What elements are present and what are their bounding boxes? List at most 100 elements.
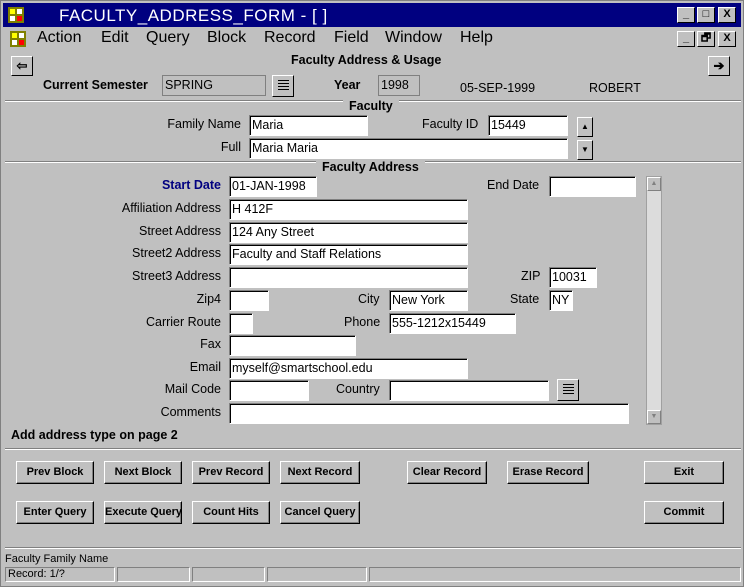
menu-record[interactable]: Record [264,29,316,47]
street3-address-field[interactable] [229,267,468,288]
status-hint: Faculty Family Name [5,553,109,565]
fax-label: Fax [200,337,221,351]
state-field[interactable]: NY [549,290,573,311]
status-bar: Faculty Family Name Record: 1/? [5,552,741,584]
start-date-label: Start Date [161,178,221,192]
street-address-label: Street Address [139,224,221,238]
status-cell [369,567,741,582]
fax-field[interactable] [229,335,356,356]
menu-query[interactable]: Query [146,29,190,47]
country-list-button[interactable] [557,379,579,401]
city-field[interactable]: New York [389,290,468,311]
faculty-id-label: Faculty ID [422,117,479,131]
current-date: 05-SEP-1999 [460,81,536,95]
family-name-field[interactable]: Maria [249,115,368,136]
form-window: FACULTY_ADDRESS_FORM - [ ] _ □ X Action … [0,0,744,587]
menu-help[interactable]: Help [460,29,493,47]
end-date-field[interactable] [549,176,636,197]
state-label: State [510,292,540,306]
address-section-title: Faculty Address [316,160,425,174]
next-record-button[interactable]: Next Record [280,461,360,484]
email-field[interactable]: myself@smartschool.edu [229,358,468,379]
street2-address-label: Street2 Address [132,246,221,260]
list-icon [278,80,289,92]
semester-list-button[interactable] [272,75,294,97]
form-title: Faculty Address & Usage [291,53,442,67]
status-cell-record [5,567,115,582]
document-minimize-button[interactable]: _ [677,31,695,47]
street2-address-field[interactable]: Faculty and Staff Relations [229,244,468,265]
zip4-field[interactable] [229,290,269,311]
current-user: ROBERT [589,81,641,95]
street-address-field[interactable]: 124 Any Street [229,222,468,243]
forward-arrow-icon[interactable]: ➔ [708,56,730,76]
carrier-route-field[interactable] [229,313,253,334]
phone-field[interactable]: 555-1212x15449 [389,313,516,334]
close-button[interactable]: X [718,7,736,23]
scroll-down-arrow-icon[interactable]: ▼ [647,410,661,424]
menu-bar: Action Edit Query Block Record Field Win… [3,28,741,50]
city-label: City [358,292,380,306]
end-date-label: End Date [487,178,540,192]
next-block-button[interactable]: Next Block [104,461,182,484]
menu-edit[interactable]: Edit [101,29,129,47]
prev-block-button[interactable]: Prev Block [16,461,94,484]
buttons-divider [5,448,741,450]
title-bar[interactable]: FACULTY_ADDRESS_FORM - [ ] _ □ X [3,3,741,27]
comments-label: Comments [160,405,221,419]
menu-action[interactable]: Action [37,29,81,47]
enter-query-button[interactable]: Enter Query [16,501,94,524]
start-date-field[interactable]: 01-JAN-1998 [229,176,317,197]
street3-address-label: Street3 Address [132,269,221,283]
scroll-up-icon[interactable]: ▲ [577,117,593,137]
scroll-down-icon[interactable]: ▼ [577,140,593,160]
zip4-label: Zip4 [196,292,221,306]
commit-button[interactable]: Commit [644,501,724,524]
clear-record-button[interactable]: Clear Record [407,461,487,484]
faculty-id-field[interactable]: 15449 [488,115,568,136]
back-arrow-icon[interactable]: ⇦ [11,56,33,76]
status-cell [192,567,265,582]
current-semester-field[interactable]: SPRING [162,75,266,96]
erase-record-button[interactable]: Erase Record [507,461,589,484]
zip-field[interactable]: 10031 [549,267,597,288]
prev-record-button[interactable]: Prev Record [192,461,270,484]
status-cell [267,567,367,582]
count-hits-button[interactable]: Count Hits [192,501,270,524]
minimize-button[interactable]: _ [677,7,695,23]
full-name-field[interactable]: Maria Maria [249,138,568,159]
menu-block[interactable]: Block [207,29,246,47]
status-cell [117,567,190,582]
window-title: FACULTY_ADDRESS_FORM - [ ] [59,6,328,25]
address-scrollbar[interactable]: ▲ ▼ [646,176,662,425]
address-type-hint: Add address type on page 2 [11,428,178,442]
mail-code-label: Mail Code [164,382,221,396]
comments-field[interactable] [229,403,629,424]
affiliation-address-label: Affiliation Address [121,201,221,215]
current-semester-label: Current Semester [43,78,148,92]
family-name-label: Family Name [167,117,241,131]
year-field[interactable]: 1998 [378,75,420,96]
carrier-route-label: Carrier Route [145,315,221,329]
scroll-up-arrow-icon[interactable]: ▲ [647,177,661,191]
document-restore-button[interactable]: 🗗 [697,31,715,47]
exit-button[interactable]: Exit [644,461,724,484]
menu-window[interactable]: Window [385,29,442,47]
document-close-button[interactable]: X [718,31,736,47]
affiliation-address-field[interactable]: H 412F [229,199,468,220]
status-divider [5,547,741,549]
country-label: Country [336,382,380,396]
email-label: Email [189,360,221,374]
country-field[interactable] [389,380,549,401]
document-icon[interactable] [9,30,27,48]
maximize-button[interactable]: □ [697,7,715,23]
year-label: Year [334,78,361,92]
mail-code-field[interactable] [229,380,309,401]
cancel-query-button[interactable]: Cancel Query [280,501,360,524]
menu-field[interactable]: Field [334,29,369,47]
zip-label: ZIP [521,269,541,283]
phone-label: Phone [344,315,381,329]
list-icon [563,384,574,396]
execute-query-button[interactable]: Execute Query [104,501,182,524]
full-name-label: Full [220,140,241,154]
